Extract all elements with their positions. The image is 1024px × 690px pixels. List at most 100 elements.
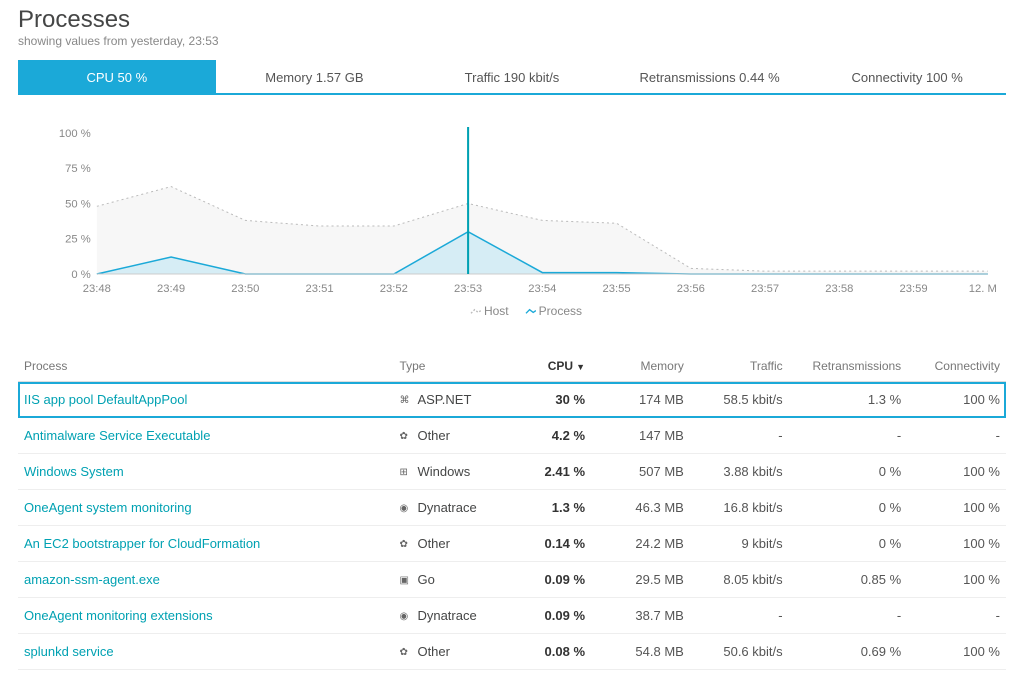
cell-cpu: 0.08 % xyxy=(512,634,591,670)
col-traffic[interactable]: Traffic xyxy=(690,351,789,382)
sort-desc-icon: ▼ xyxy=(576,362,585,372)
svg-text:25 %: 25 % xyxy=(65,234,91,246)
table-row[interactable]: An EC2 bootstrapper for CloudFormation✿O… xyxy=(18,526,1006,562)
table-row[interactable]: IIS app pool DefaultAppPool⌘ASP.NET30 %1… xyxy=(18,382,1006,418)
cell-cpu: 1.3 % xyxy=(512,490,591,526)
page-title: Processes xyxy=(18,6,1006,34)
cell-retrans: - xyxy=(789,418,908,454)
svg-text:23:52: 23:52 xyxy=(380,283,408,295)
svg-text:50 %: 50 % xyxy=(65,199,91,211)
cell-conn: 100 % xyxy=(907,454,1006,490)
svg-text:23:49: 23:49 xyxy=(157,283,185,295)
col-cpu[interactable]: CPU▼ xyxy=(512,351,591,382)
table-row[interactable]: OneAgent monitoring extensions◉Dynatrace… xyxy=(18,598,1006,634)
svg-text:12. Mar: 12. Mar xyxy=(969,283,996,295)
tab-connectivity[interactable]: Connectivity 100 % xyxy=(808,60,1006,95)
cell-traffic: 58.5 kbit/s xyxy=(690,382,789,418)
dynatrace-icon: ◉ xyxy=(399,611,411,623)
cell-cpu: 2.41 % xyxy=(512,454,591,490)
cell-cpu: 0.09 % xyxy=(512,562,591,598)
gear-icon: ✿ xyxy=(399,647,411,659)
process-link[interactable]: OneAgent system monitoring xyxy=(24,500,192,515)
cell-conn: - xyxy=(907,598,1006,634)
svg-text:23:54: 23:54 xyxy=(528,283,556,295)
legend-process[interactable]: Process xyxy=(525,304,582,318)
legend-host[interactable]: Host xyxy=(470,304,509,318)
go-icon: ▣ xyxy=(399,575,411,587)
cell-memory: 54.8 MB xyxy=(591,634,690,670)
chart-legend: Host Process xyxy=(56,300,996,318)
process-table: Process Type CPU▼ Memory Traffic Retrans… xyxy=(18,351,1006,670)
col-memory[interactable]: Memory xyxy=(591,351,690,382)
table-row[interactable]: Antimalware Service Executable✿Other4.2 … xyxy=(18,418,1006,454)
svg-text:75 %: 75 % xyxy=(65,163,91,175)
cell-traffic: 9 kbit/s xyxy=(690,526,789,562)
cell-traffic: - xyxy=(690,418,789,454)
process-link[interactable]: amazon-ssm-agent.exe xyxy=(24,572,160,587)
table-header: Process Type CPU▼ Memory Traffic Retrans… xyxy=(18,351,1006,382)
cell-cpu: 0.09 % xyxy=(512,598,591,634)
process-link[interactable]: Windows System xyxy=(24,464,124,479)
gear-icon: ✿ xyxy=(399,539,411,551)
svg-text:23:48: 23:48 xyxy=(83,283,111,295)
cell-memory: 174 MB xyxy=(591,382,690,418)
table-row[interactable]: splunkd service✿Other0.08 %54.8 MB50.6 k… xyxy=(18,634,1006,670)
cell-cpu: 0.14 % xyxy=(512,526,591,562)
cell-memory: 507 MB xyxy=(591,454,690,490)
cell-conn: - xyxy=(907,418,1006,454)
cell-retrans: 1.3 % xyxy=(789,382,908,418)
col-connectivity[interactable]: Connectivity xyxy=(907,351,1006,382)
svg-text:23:59: 23:59 xyxy=(900,283,928,295)
cell-retrans: 0 % xyxy=(789,454,908,490)
cell-conn: 100 % xyxy=(907,382,1006,418)
cell-conn: 100 % xyxy=(907,490,1006,526)
svg-text:23:53: 23:53 xyxy=(454,283,482,295)
cell-traffic: - xyxy=(690,598,789,634)
table-row[interactable]: Windows System⊞Windows2.41 %507 MB3.88 k… xyxy=(18,454,1006,490)
process-link[interactable]: Antimalware Service Executable xyxy=(24,428,210,443)
svg-text:23:50: 23:50 xyxy=(231,283,259,295)
aspnet-icon: ⌘ xyxy=(399,395,411,407)
svg-text:23:55: 23:55 xyxy=(603,283,631,295)
metric-tabs: CPU 50 %Memory 1.57 GBTraffic 190 kbit/s… xyxy=(18,60,1006,95)
process-link[interactable]: IIS app pool DefaultAppPool xyxy=(24,392,187,407)
page-subtitle: showing values from yesterday, 23:53 xyxy=(18,34,1006,48)
col-process[interactable]: Process xyxy=(18,351,393,382)
cell-retrans: 0 % xyxy=(789,490,908,526)
process-link[interactable]: OneAgent monitoring extensions xyxy=(24,608,213,623)
cell-memory: 24.2 MB xyxy=(591,526,690,562)
cell-retrans: 0.69 % xyxy=(789,634,908,670)
cell-conn: 100 % xyxy=(907,562,1006,598)
cell-memory: 38.7 MB xyxy=(591,598,690,634)
table-row[interactable]: amazon-ssm-agent.exe▣Go0.09 %29.5 MB8.05… xyxy=(18,562,1006,598)
svg-text:23:57: 23:57 xyxy=(751,283,779,295)
col-retransmissions[interactable]: Retransmissions xyxy=(789,351,908,382)
svg-text:0 %: 0 % xyxy=(71,269,90,281)
tab-memory[interactable]: Memory 1.57 GB xyxy=(216,60,414,95)
cell-memory: 29.5 MB xyxy=(591,562,690,598)
cell-memory: 46.3 MB xyxy=(591,490,690,526)
cell-retrans: - xyxy=(789,598,908,634)
gear-icon: ✿ xyxy=(399,431,411,443)
cell-traffic: 8.05 kbit/s xyxy=(690,562,789,598)
process-link[interactable]: splunkd service xyxy=(24,644,114,659)
windows-icon: ⊞ xyxy=(399,467,411,479)
svg-text:23:51: 23:51 xyxy=(306,283,334,295)
svg-text:23:58: 23:58 xyxy=(825,283,853,295)
cell-traffic: 50.6 kbit/s xyxy=(690,634,789,670)
tab-retransmissions[interactable]: Retransmissions 0.44 % xyxy=(611,60,809,95)
tab-cpu[interactable]: CPU 50 % xyxy=(18,60,216,95)
cell-conn: 100 % xyxy=(907,634,1006,670)
cell-cpu: 4.2 % xyxy=(512,418,591,454)
svg-text:23:56: 23:56 xyxy=(677,283,705,295)
table-row[interactable]: OneAgent system monitoring◉Dynatrace1.3 … xyxy=(18,490,1006,526)
col-type[interactable]: Type xyxy=(393,351,512,382)
cell-cpu: 30 % xyxy=(512,382,591,418)
tab-traffic[interactable]: Traffic 190 kbit/s xyxy=(413,60,611,95)
process-link[interactable]: An EC2 bootstrapper for CloudFormation xyxy=(24,536,260,551)
svg-text:100 %: 100 % xyxy=(59,128,91,140)
cell-retrans: 0.85 % xyxy=(789,562,908,598)
cpu-chart[interactable]: 0 % 25 % 50 % 75 % 100 % 23:48 23:49 23:50 23:51… xyxy=(18,115,1006,325)
cell-memory: 147 MB xyxy=(591,418,690,454)
cell-traffic: 16.8 kbit/s xyxy=(690,490,789,526)
